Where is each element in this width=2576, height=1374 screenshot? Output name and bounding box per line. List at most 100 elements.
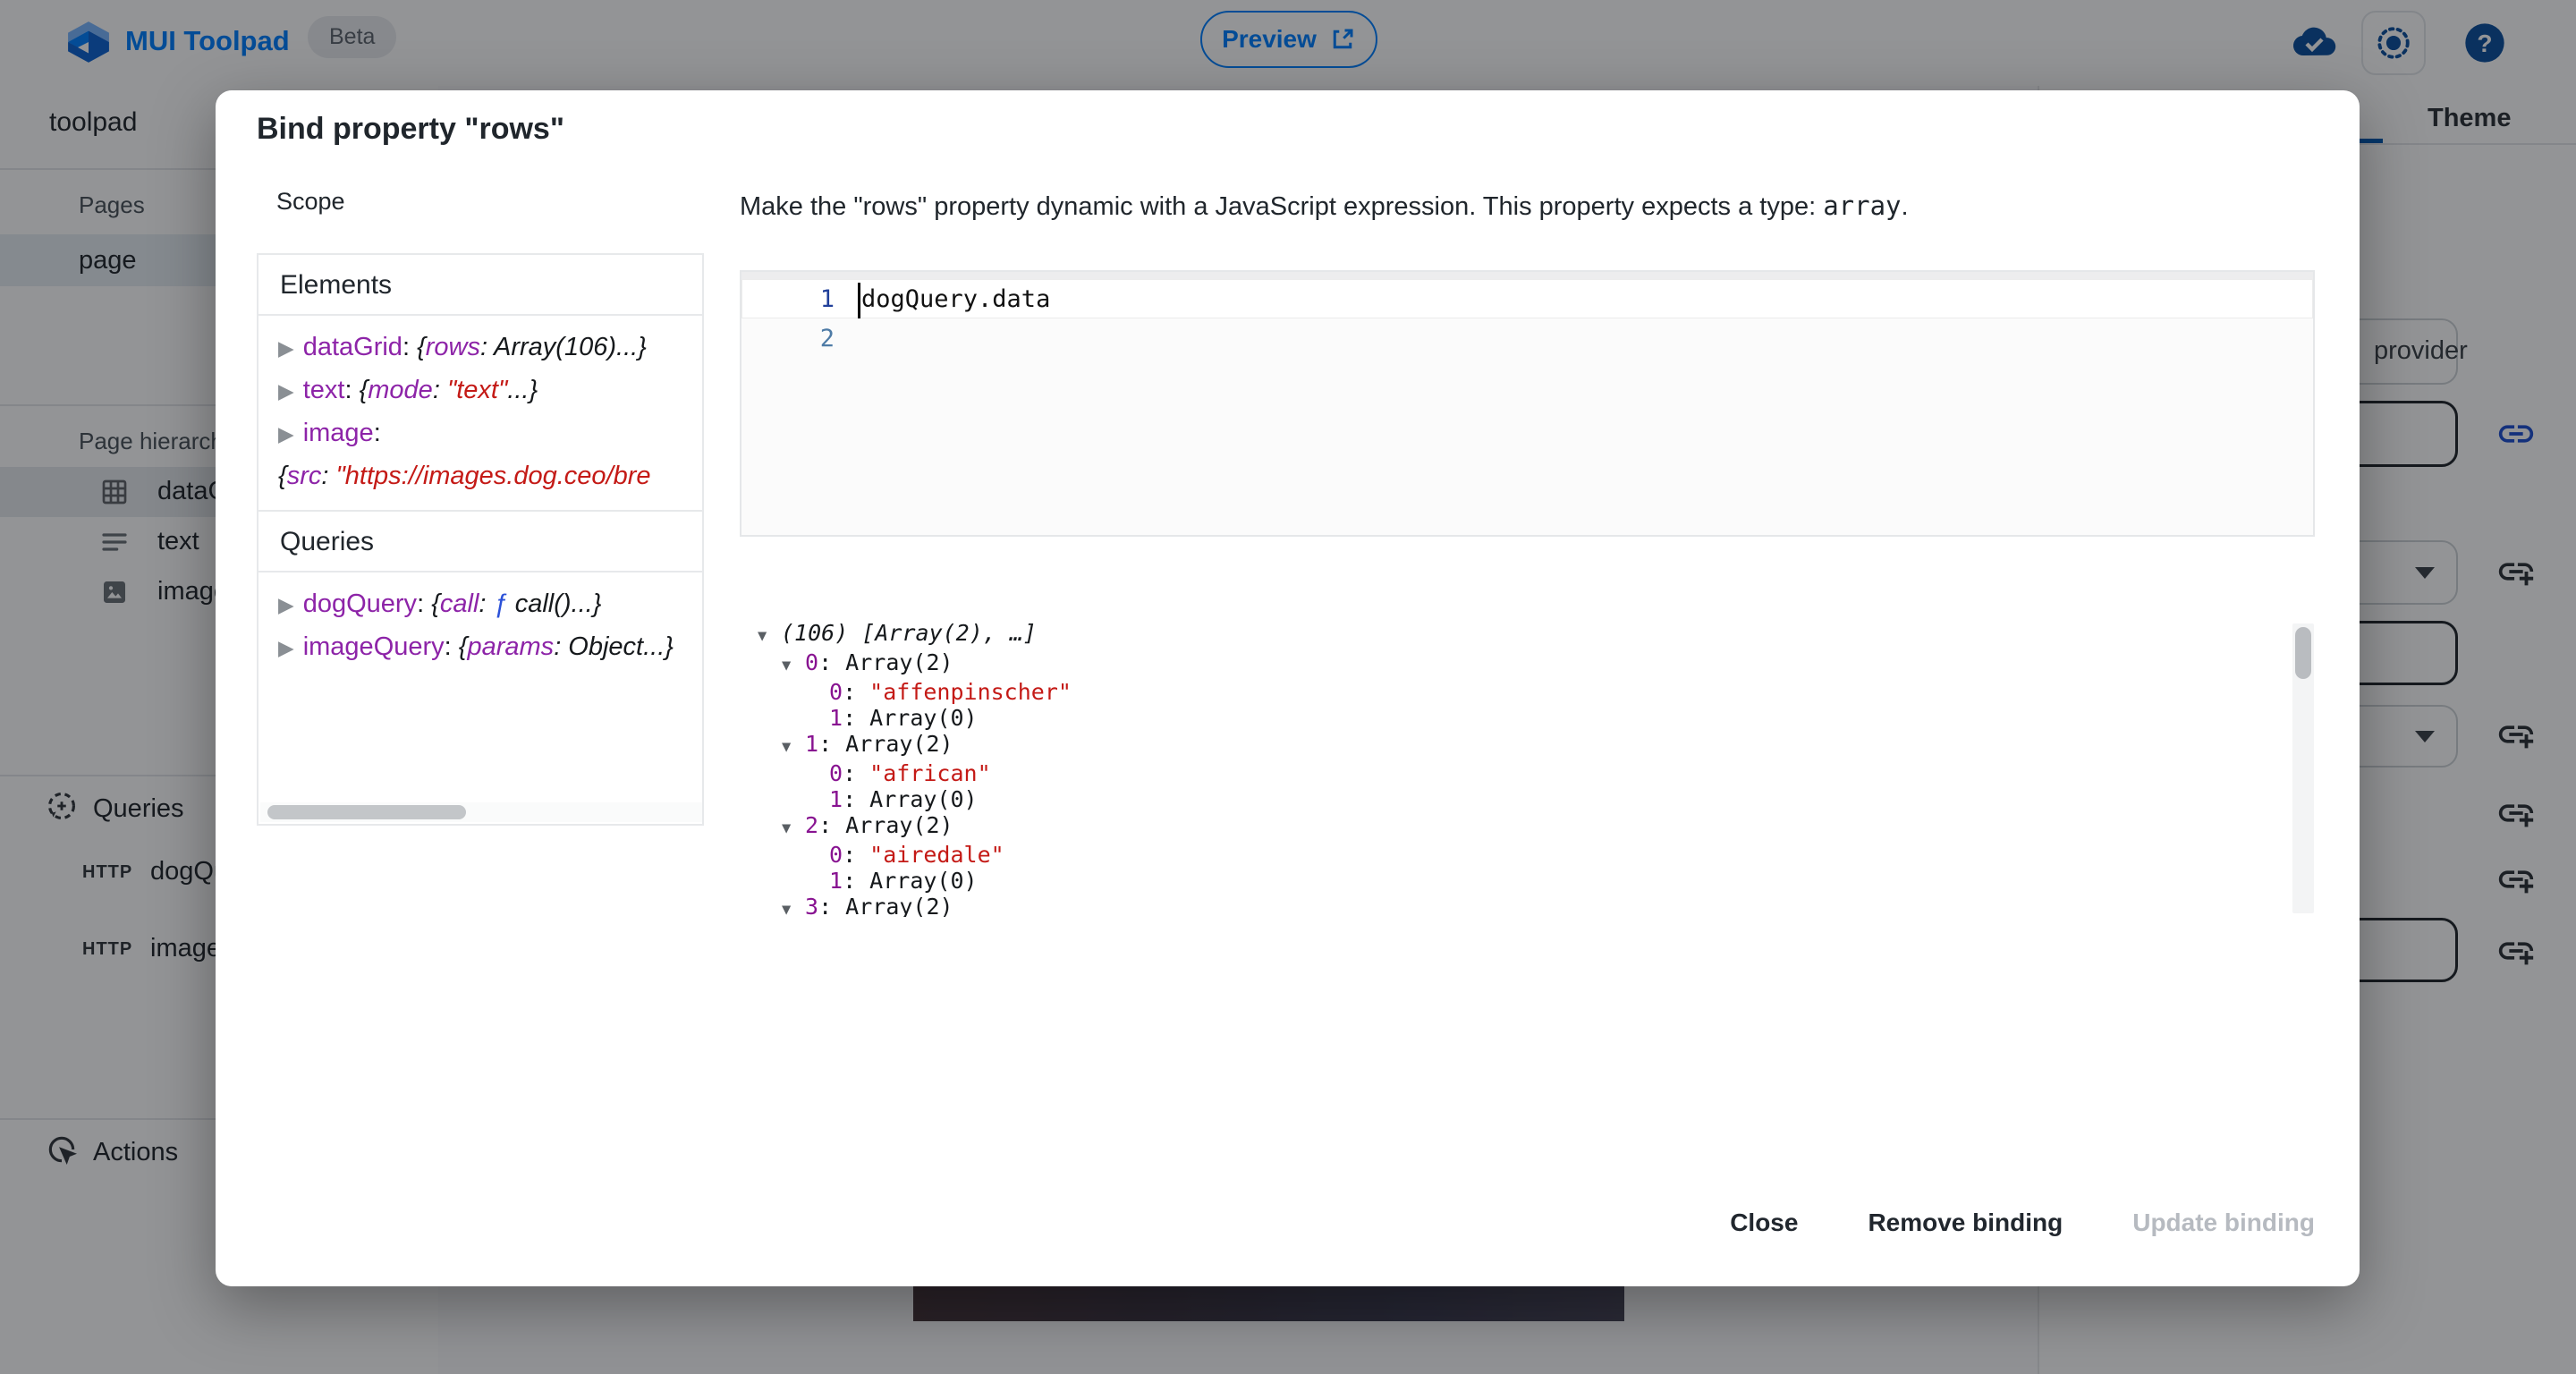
- preview-tree-row[interactable]: 1: Array(0): [749, 705, 2280, 731]
- preview-tree-row[interactable]: 0: "affenpinscher": [749, 679, 2280, 705]
- expand-arrow-icon[interactable]: ▶: [278, 422, 294, 445]
- code-token: :: [433, 376, 447, 404]
- value-preview-tree: ▼(106) [Array(2), …]▼0: Array(2)0: "affe…: [749, 620, 2280, 917]
- collapse-arrow-icon[interactable]: ▼: [758, 623, 781, 649]
- dialog-title: Bind property "rows": [257, 112, 564, 147]
- code-token: 2: [805, 812, 818, 838]
- code-token: : Array(2): [818, 731, 953, 757]
- preview-tree-row[interactable]: 1: Array(0): [749, 868, 2280, 894]
- collapse-arrow-icon[interactable]: ▼: [782, 734, 805, 760]
- expand-arrow-icon[interactable]: ▶: [278, 593, 294, 616]
- screen: MUI Toolpad Beta Preview: [0, 0, 2576, 1374]
- preview-tree-row[interactable]: 0: "african": [749, 760, 2280, 786]
- code-token: text: [303, 376, 345, 404]
- code-token: : Array(0): [843, 868, 978, 894]
- code-token: 0: [829, 842, 843, 868]
- code-token: "airedale": [869, 842, 1004, 868]
- entry-value-preview: {mode: "text"...}: [360, 369, 538, 411]
- collapse-arrow-icon[interactable]: ▼: [782, 816, 805, 842]
- code-token: : Array(2): [818, 894, 953, 917]
- entry-value-preview: {rows: Array(106)...}: [417, 327, 647, 369]
- code-token: params: [467, 632, 554, 661]
- code-token: : Array(0): [843, 786, 978, 812]
- code-token: :: [417, 589, 431, 618]
- code-editor[interactable]: 1 dogQuery.data 2: [740, 270, 2315, 537]
- entry-value-preview: {call: ƒ call()...}: [431, 583, 601, 625]
- code-token: imageQuery: [303, 632, 445, 661]
- code-token: : Array(106)...}: [480, 333, 647, 361]
- expand-arrow-icon[interactable]: ▶: [278, 379, 294, 403]
- editor-line[interactable]: 1 dogQuery.data: [741, 279, 2313, 318]
- code-token: "affenpinscher": [869, 679, 1072, 705]
- preview-tree-row[interactable]: ▼3: Array(2): [749, 894, 2280, 917]
- vertical-scrollbar-thumb[interactable]: [2295, 627, 2311, 679]
- code-token: {: [431, 589, 440, 618]
- code-token: {: [360, 376, 369, 404]
- code-token: 0: [829, 760, 843, 786]
- scope-tree-entry[interactable]: ▶ dogQuery: {call: ƒ call()...}: [278, 583, 702, 626]
- horizontal-scrollbar[interactable]: [260, 802, 702, 822]
- code-token: "text": [447, 376, 507, 404]
- code-text: dogQuery.data: [861, 285, 1050, 313]
- code-token: call: [440, 589, 479, 618]
- preview-tree-row[interactable]: ▼1: Array(2): [749, 731, 2280, 760]
- editor-padding: [741, 272, 2313, 279]
- code-token: ...}: [507, 376, 538, 404]
- code-token: rows: [426, 333, 480, 361]
- code-token: ƒ: [494, 589, 515, 618]
- code-token: :: [843, 679, 869, 705]
- code-token: 1: [805, 731, 818, 757]
- code-token: (106) [Array(2), …]: [781, 620, 1037, 646]
- editor-line[interactable]: 2: [741, 318, 2313, 358]
- preview-tree-row[interactable]: 0: "airedale": [749, 842, 2280, 868]
- expand-arrow-icon[interactable]: ▶: [278, 636, 294, 659]
- code-token: 0: [829, 679, 843, 705]
- close-button[interactable]: Close: [1724, 1200, 1803, 1246]
- update-binding-button[interactable]: Update binding: [2127, 1200, 2320, 1246]
- collapse-arrow-icon[interactable]: ▼: [782, 897, 805, 917]
- code-token: 1: [829, 868, 843, 894]
- scope-tree-entry[interactable]: ▶ text: {mode: "text"...}: [278, 369, 702, 412]
- code-token: 1: [829, 705, 843, 731]
- collapse-arrow-icon[interactable]: ▼: [782, 653, 805, 679]
- preview-tree-row[interactable]: ▼(106) [Array(2), …]: [749, 620, 2280, 649]
- dialog-description: Make the "rows" property dynamic with a …: [740, 191, 1909, 222]
- code-token: :: [402, 333, 417, 361]
- code-token: 1: [829, 786, 843, 812]
- expand-arrow-icon[interactable]: ▶: [278, 336, 294, 360]
- code-token: : Array(2): [818, 649, 953, 675]
- horizontal-scrollbar-thumb[interactable]: [267, 805, 466, 819]
- description-text: Make the "rows" property dynamic with a …: [740, 192, 1823, 221]
- scope-label: Scope: [276, 188, 345, 216]
- code-token: "https://images.dog.ceo/bre: [335, 462, 650, 490]
- scope-tree-entry[interactable]: ▶image: {src: "https://images.dog.ceo/br…: [278, 412, 702, 497]
- code-token: call()...}: [515, 589, 602, 618]
- code-token: "african": [869, 760, 990, 786]
- text-cursor: [858, 283, 860, 318]
- remove-binding-button[interactable]: Remove binding: [1862, 1200, 2068, 1246]
- code-token: dataGrid: [303, 333, 402, 361]
- preview-tree-row[interactable]: 1: Array(0): [749, 786, 2280, 812]
- scope-tree-entry[interactable]: ▶imageQuery: {params: Object...}: [278, 626, 702, 669]
- code-token: image: [303, 419, 374, 447]
- code-token: dogQuery: [303, 589, 417, 618]
- description-period: .: [1902, 192, 1909, 221]
- dialog-actions: Close Remove binding Update binding: [1724, 1200, 2320, 1246]
- scope-tree-entry[interactable]: ▶ dataGrid: {rows: Array(106)...}: [278, 327, 702, 369]
- preview-tree-row[interactable]: ▼0: Array(2): [749, 649, 2280, 679]
- code-token: :: [344, 376, 359, 404]
- code-token: :: [843, 842, 869, 868]
- code-token: {: [417, 333, 426, 361]
- line-number: 1: [741, 285, 835, 313]
- code-token: :: [479, 589, 493, 618]
- preview-tree-row[interactable]: ▼2: Array(2): [749, 812, 2280, 842]
- code-token: : Array(0): [843, 705, 978, 731]
- code-token: {: [278, 462, 287, 490]
- bind-property-dialog: Bind property "rows" Scope Elements ▶ data…: [216, 90, 2360, 1286]
- code-token: :: [445, 632, 459, 661]
- scope-section-title: Elements: [258, 255, 702, 316]
- code-token: 3: [805, 894, 818, 917]
- code-token: :: [843, 760, 869, 786]
- expected-type: array: [1823, 191, 1901, 221]
- code-token: :: [374, 419, 381, 447]
